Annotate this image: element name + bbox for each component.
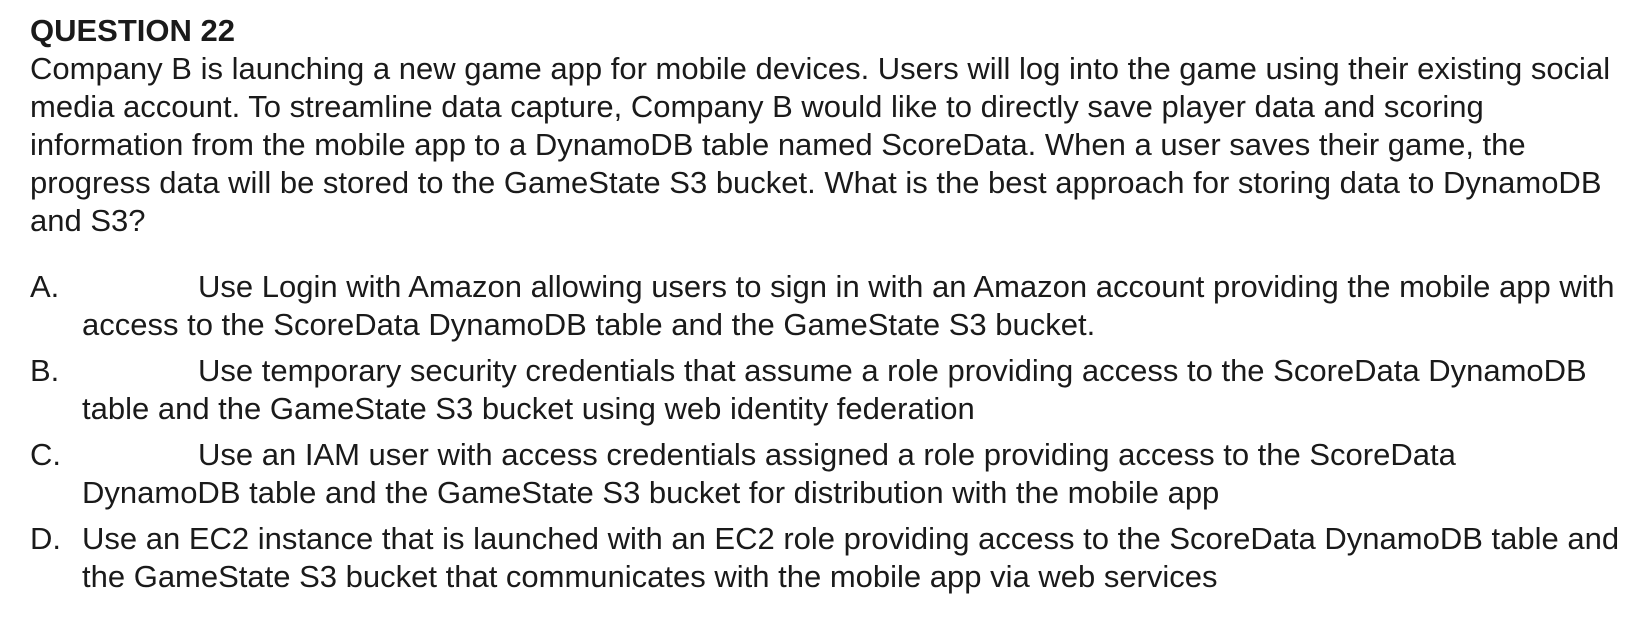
option-letter: A. xyxy=(30,269,60,304)
option-b[interactable]: B. Use temporary security credentials tha… xyxy=(30,352,1620,428)
option-text: Use an EC2 instance that is launched wit… xyxy=(82,521,1620,594)
option-c[interactable]: C. Use an IAM user with access credential… xyxy=(30,436,1620,512)
question-title: QUESTION 22 xyxy=(30,13,235,48)
option-letter: D. xyxy=(30,521,61,556)
option-letter: B. xyxy=(30,353,60,388)
option-d[interactable]: D. Use an EC2 instance that is launched w… xyxy=(30,520,1620,596)
option-text: Use temporary security credentials that … xyxy=(82,353,1587,426)
question-text: Company B is launching a new game app fo… xyxy=(30,51,1611,238)
option-letter: C. xyxy=(30,437,61,472)
question-block: QUESTION 22 Company B is launching a new… xyxy=(30,12,1620,604)
option-text: Use Login with Amazon allowing users to … xyxy=(82,269,1615,342)
option-text: Use an IAM user with access credentials … xyxy=(82,437,1456,510)
option-a[interactable]: A. Use Login with Amazon allowing users t… xyxy=(30,268,1620,344)
